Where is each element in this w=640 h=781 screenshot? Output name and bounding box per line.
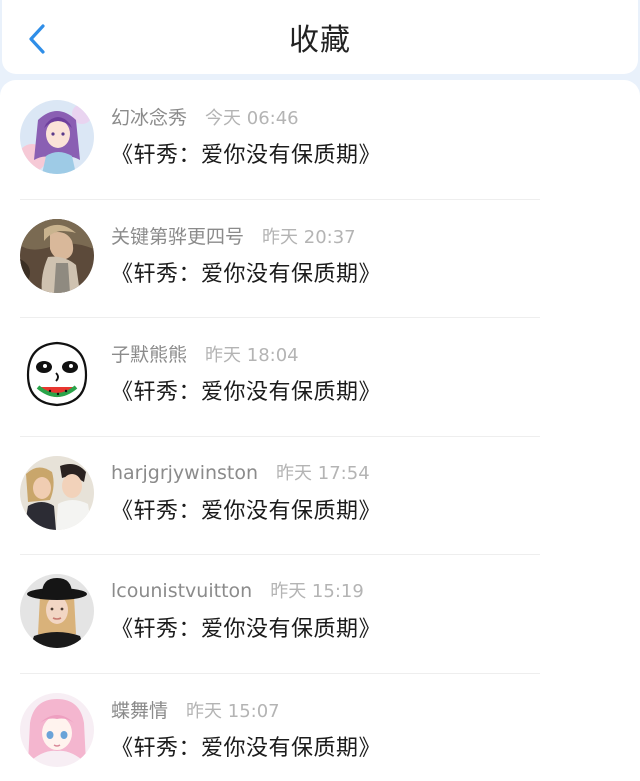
item-info: harjgrjywinston 昨天 17:54 《轩秀：爱你没有保质期》 (111, 459, 381, 525)
timestamp: 昨天 17:54 (276, 462, 370, 484)
item-info: 子默熊熊 昨天 18:04 《轩秀：爱你没有保质期》 (111, 340, 381, 406)
item-meta: 幻冰念秀 今天 06:46 (111, 103, 381, 129)
timestamp: 昨天 18:04 (205, 345, 299, 367)
favorites-list: 幻冰念秀 今天 06:46 《轩秀：爱你没有保质期》 关键第骅更四号 昨天 20… (0, 80, 640, 781)
list-item[interactable]: lcounistvuitton 昨天 15:19 《轩秀：爱你没有保质期》 (0, 554, 640, 673)
favorite-title[interactable]: 《轩秀：爱你没有保质期》 (111, 611, 381, 643)
woman-black-hat-avatar[interactable] (20, 574, 94, 649)
timestamp: 昨天 15:07 (186, 700, 280, 722)
item-meta: 关键第骅更四号 昨天 20:37 (111, 222, 381, 248)
list-item[interactable]: harjgrjywinston 昨天 17:54 《轩秀：爱你没有保质期》 (0, 435, 640, 555)
couple-photo-avatar[interactable] (20, 455, 94, 530)
item-meta: harjgrjywinston 昨天 17:54 (111, 459, 381, 485)
top-bar: 收藏 (2, 0, 638, 74)
anime-girl-pink-avatar[interactable] (20, 692, 94, 767)
list-item[interactable]: 关键第骅更四号 昨天 20:37 《轩秀：爱你没有保质期》 (0, 198, 640, 318)
user-name[interactable]: 关键第骅更四号 (111, 222, 244, 249)
user-name[interactable]: 子默熊熊 (111, 340, 187, 367)
page-title: 收藏 (289, 23, 351, 58)
item-meta: 蝶舞情 昨天 15:07 (111, 696, 381, 722)
item-info: 蝶舞情 昨天 15:07 《轩秀：爱你没有保质期》 (111, 696, 381, 762)
list-item[interactable]: 子默熊熊 昨天 18:04 《轩秀：爱你没有保质期》 (0, 317, 640, 436)
anime-girl-purple-avatar[interactable] (20, 100, 94, 175)
user-name[interactable]: 幻冰念秀 (111, 103, 187, 130)
back-button[interactable] (20, 20, 54, 58)
woman-photo-avatar[interactable] (20, 218, 94, 293)
user-name[interactable]: 蝶舞情 (111, 696, 168, 723)
item-info: lcounistvuitton 昨天 15:19 《轩秀：爱你没有保质期》 (111, 577, 381, 643)
cartoon-face-watermelon-avatar[interactable] (20, 337, 94, 412)
favorite-title[interactable]: 《轩秀：爱你没有保质期》 (111, 493, 381, 525)
user-name[interactable]: lcounistvuitton (111, 580, 252, 602)
timestamp: 今天 06:46 (205, 108, 299, 130)
chevron-left-icon (29, 24, 45, 54)
favorite-title[interactable]: 《轩秀：爱你没有保质期》 (111, 730, 381, 762)
item-info: 幻冰念秀 今天 06:46 《轩秀：爱你没有保质期》 (111, 103, 381, 169)
item-meta: lcounistvuitton 昨天 15:19 (111, 577, 381, 603)
favorite-title[interactable]: 《轩秀：爱你没有保质期》 (111, 137, 381, 169)
favorites-page: 收藏 幻冰念秀 今天 06:46 《轩秀：爱你没有保质期》 关键第骅更四号 昨天… (0, 0, 640, 781)
timestamp: 昨天 20:37 (262, 226, 356, 248)
list-item[interactable]: 蝶舞情 昨天 15:07 《轩秀：爱你没有保质期》 (0, 672, 640, 781)
user-name[interactable]: harjgrjywinston (111, 462, 258, 484)
timestamp: 昨天 15:19 (270, 581, 364, 603)
favorite-title[interactable]: 《轩秀：爱你没有保质期》 (111, 256, 381, 288)
item-meta: 子默熊熊 昨天 18:04 (111, 340, 381, 366)
favorite-title[interactable]: 《轩秀：爱你没有保质期》 (111, 374, 381, 406)
list-item[interactable]: 幻冰念秀 今天 06:46 《轩秀：爱你没有保质期》 (0, 80, 640, 199)
item-info: 关键第骅更四号 昨天 20:37 《轩秀：爱你没有保质期》 (111, 222, 381, 288)
